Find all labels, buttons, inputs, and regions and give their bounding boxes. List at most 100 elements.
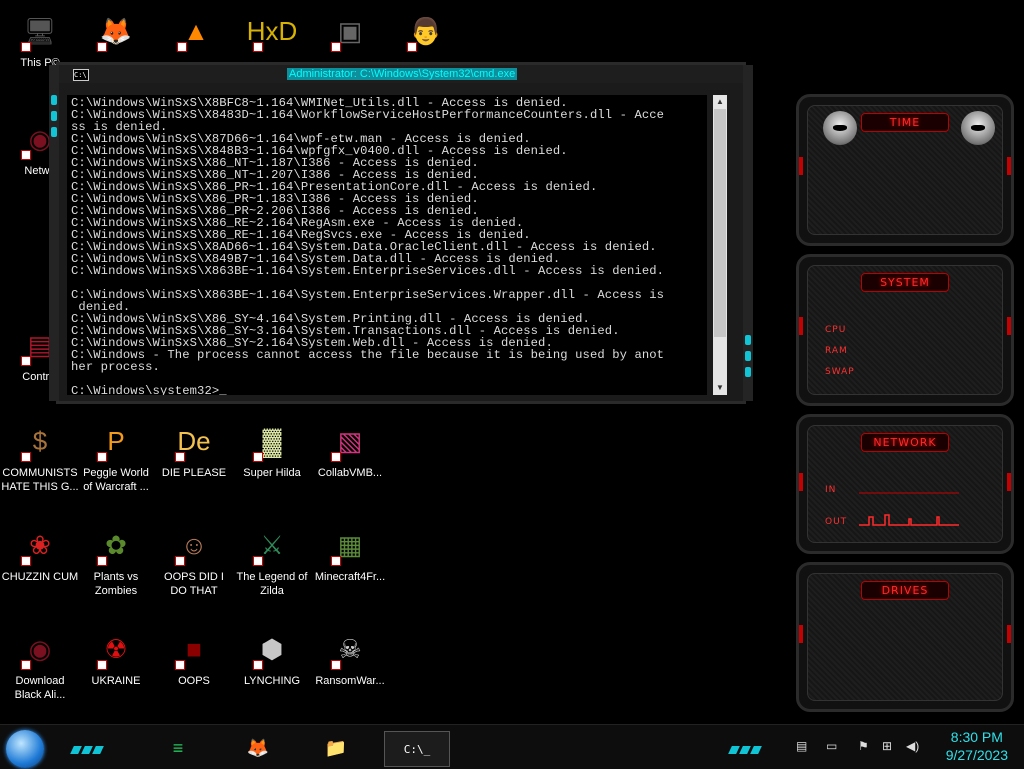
shortcut-arrow-icon (331, 556, 341, 566)
desktop-icon-label: LYNCHING (243, 675, 301, 687)
time-gadget[interactable]: TIME (796, 94, 1014, 246)
shortcut-arrow-icon (253, 556, 263, 566)
shortcut-arrow-icon (175, 660, 185, 670)
minecraft-icon: ▦ (327, 522, 373, 568)
plants-vs-zombies-icon: ✿ (93, 522, 139, 568)
alien-head-icon (961, 111, 995, 145)
shortcut-arrow-icon (253, 660, 263, 670)
desktop-icon-firefox[interactable]: 🦊 (76, 8, 156, 56)
desktop-icon-collabvmb[interactable]: ▧ CollabVMB... (310, 418, 390, 480)
system-gadget[interactable]: SYSTEM CPU RAM SWAP (796, 254, 1014, 406)
network-icon[interactable]: ⊞ (882, 739, 892, 753)
desktop-icon-peggle[interactable]: P Peggle World of Warcraft ... (76, 418, 156, 494)
file-explorer-taskbar-icon[interactable]: 📁 (318, 731, 354, 765)
display-icon[interactable]: ▭ (826, 739, 837, 753)
shortcut-arrow-icon (175, 556, 185, 566)
ram-label: RAM (825, 346, 848, 356)
clock-date: 9/27/2023 (945, 747, 1008, 763)
time-gadget-title: TIME (861, 113, 949, 132)
start-button[interactable] (6, 730, 44, 768)
red-accent (799, 625, 803, 643)
desktop-icon-download-black[interactable]: ◉ Download Black Ali... (0, 626, 80, 702)
red-accent (1007, 625, 1011, 643)
frame-accent (745, 351, 751, 361)
console-output[interactable]: C:\Windows\WinSxS\X8BFC8~1.164\WMINet_Ut… (67, 95, 707, 395)
notes-taskbar-icon[interactable]: ≡ (160, 731, 196, 765)
console-title: Administrator: C:\Windows\System32\cmd.e… (287, 68, 518, 80)
shortcut-arrow-icon (407, 42, 417, 52)
collabvmb-icon: ▧ (327, 418, 373, 464)
volume-icon[interactable]: ◀) (906, 739, 919, 753)
shortcut-arrow-icon (97, 452, 107, 462)
shortcut-arrow-icon (177, 42, 187, 52)
desktop-icon-label: Plants vs Zombies (93, 571, 139, 597)
drives-gadget[interactable]: DRIVES (796, 562, 1014, 712)
red-accent (1007, 317, 1011, 335)
desktop-icon-oops-did-i[interactable]: ☺ OOPS DID I DO THAT (154, 522, 234, 598)
desktop-icon-super-hilda[interactable]: ▓ Super Hilda (232, 418, 312, 480)
desktop-icon-oops[interactable]: ■ OOPS (154, 626, 234, 688)
system-clock[interactable]: 8:30 PM 9/27/2023 (946, 728, 1008, 764)
desktop-icon-die-please[interactable]: De DIE PLEASE (154, 418, 234, 480)
desktop-icon-doctor[interactable]: 👨 (386, 8, 466, 56)
desktop-icon-label: RansomWar... (315, 675, 385, 687)
desktop-icon-chuzzin[interactable]: ❀ CHUZZIN CUM (0, 522, 80, 584)
firefox-taskbar-icon[interactable]: 🦊 (240, 731, 276, 765)
scroll-up-arrow-icon[interactable]: ▲ (713, 95, 727, 109)
shortcut-arrow-icon (331, 42, 341, 52)
desktop-icon-label: Download Black Ali... (14, 675, 66, 701)
taskbar: ≡ 🦊 📁 C:\_ ▤ ▭ ⚑ ⊞ ◀) 8:30 PM 9/27/2023 (0, 724, 1024, 769)
shortcut-arrow-icon (21, 42, 31, 52)
shortcut-arrow-icon (253, 42, 263, 52)
shortcut-arrow-icon (97, 556, 107, 566)
taskbar-accent (70, 741, 105, 759)
red-accent (799, 473, 803, 491)
scroll-down-arrow-icon[interactable]: ▼ (713, 381, 727, 395)
shortcut-arrow-icon (175, 452, 185, 462)
network-gadget[interactable]: NETWORK IN OUT (796, 414, 1014, 554)
red-accent (1007, 473, 1011, 491)
console-scrollbar[interactable]: ▲ ▼ (713, 95, 727, 395)
download-black-icon: ◉ (17, 626, 63, 672)
frame-accent (51, 111, 57, 121)
legend-of-zilda-icon: ⚔ (249, 522, 295, 568)
frame-accent (51, 127, 57, 137)
ukraine-icon: ☢ (93, 626, 139, 672)
desktop-icon-label: Minecraft4Fr... (314, 571, 386, 583)
shortcut-arrow-icon (97, 660, 107, 670)
desktop-icon-communists[interactable]: $ COMMUNISTS HATE THIS G... (0, 418, 80, 494)
clock-time: 8:30 PM (950, 729, 1003, 745)
lynching-icon: ⬢ (249, 626, 295, 672)
red-accent (799, 157, 803, 175)
peggle-icon: P (93, 418, 139, 464)
oops-icon: ■ (171, 626, 217, 672)
keyboard-icon[interactable]: ▤ (796, 739, 807, 753)
desktop-icon-lynching[interactable]: ⬢ LYNCHING (232, 626, 312, 688)
scrollbar-thumb[interactable] (714, 109, 726, 337)
cmd-taskbar-icon[interactable]: C:\_ (384, 731, 450, 767)
desktop-icon-hxd[interactable]: HxD (232, 8, 312, 56)
console-window[interactable]: C:\ Administrator: C:\Windows\System32\c… (49, 62, 753, 404)
desktop-icon-minecraft[interactable]: ▦ Minecraft4Fr... (310, 522, 390, 584)
desktop-icon-plants-vs-zombies[interactable]: ✿ Plants vs Zombies (76, 522, 156, 598)
flag-icon[interactable]: ⚑ (858, 739, 869, 753)
system-gadget-title: SYSTEM (861, 273, 949, 292)
die-please-icon: De (171, 418, 217, 464)
desktop-icon-this-pc[interactable]: 🖥 This P© (0, 8, 80, 70)
shortcut-arrow-icon (331, 452, 341, 462)
network-out-label: OUT (825, 517, 848, 527)
alien-head-icon (823, 111, 857, 145)
desktop-icon-ukraine[interactable]: ☢ UKRAINE (76, 626, 156, 688)
this-pc-icon: 🖥 (17, 8, 63, 54)
console-titlebar[interactable]: C:\ Administrator: C:\Windows\System32\c… (59, 65, 743, 83)
red-accent (799, 317, 803, 335)
communists-icon: $ (17, 418, 63, 464)
vlc-icon: ▲ (173, 8, 219, 54)
ransomware-icon: ☠ (327, 626, 373, 672)
desktop-icon-ransomware[interactable]: ☠ RansomWar... (310, 626, 390, 688)
shortcut-arrow-icon (21, 150, 31, 160)
shortcut-arrow-icon (331, 660, 341, 670)
desktop-icon-vlc[interactable]: ▲ (156, 8, 236, 56)
desktop-icon-legend-of-zilda[interactable]: ⚔ The Legend of Zilda (232, 522, 312, 598)
desktop-icon-game-square[interactable]: ▣ (310, 8, 390, 56)
